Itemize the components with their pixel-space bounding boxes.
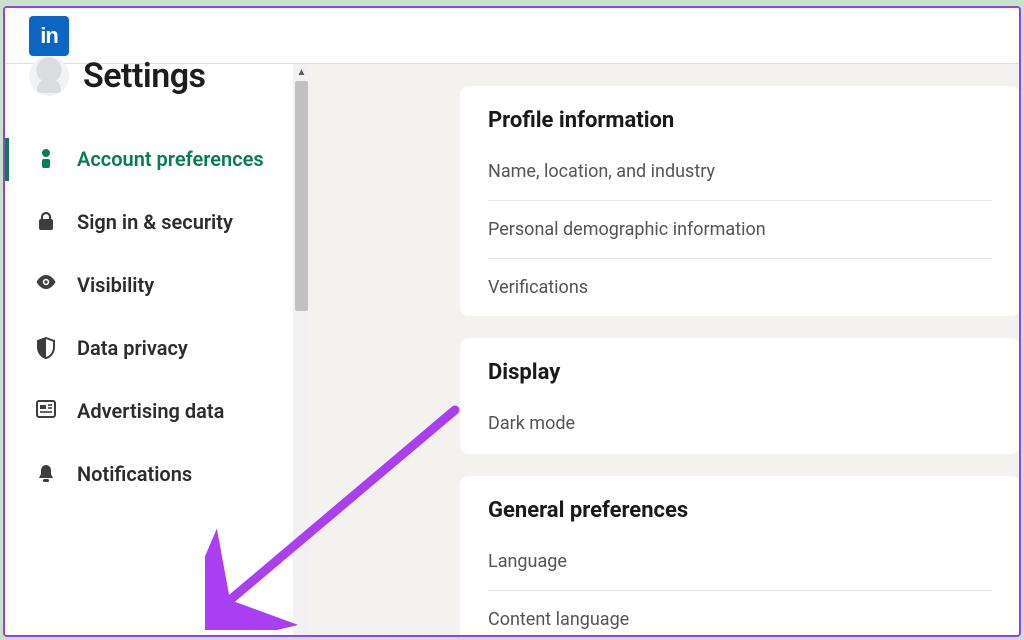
settings-sidebar: Settings Account preferences bbox=[5, 64, 310, 635]
section-title: Profile information bbox=[488, 108, 992, 133]
row-verifications[interactable]: Verifications bbox=[488, 258, 992, 316]
shield-icon bbox=[35, 337, 57, 359]
sidebar-scrollbar[interactable]: ▲ bbox=[293, 64, 310, 635]
lock-icon bbox=[35, 211, 57, 231]
sidebar-item-visibility[interactable]: Visibility bbox=[5, 254, 293, 317]
eye-icon bbox=[35, 274, 57, 290]
sidebar-item-sign-in-security[interactable]: Sign in & security bbox=[5, 191, 293, 254]
sidebar-item-label: Account preferences bbox=[77, 146, 264, 173]
sidebar-item-label: Sign in & security bbox=[77, 209, 233, 236]
page-title: Settings bbox=[83, 56, 206, 96]
settings-nav: Account preferences Sign in & security bbox=[5, 114, 293, 506]
row-content-language[interactable]: Content language bbox=[488, 590, 992, 635]
row-personal-demographic[interactable]: Personal demographic information bbox=[488, 200, 992, 258]
sidebar-item-account-preferences[interactable]: Account preferences bbox=[5, 128, 293, 191]
settings-main: Profile information Name, location, and … bbox=[310, 64, 1019, 635]
row-language[interactable]: Language bbox=[488, 529, 992, 590]
person-icon bbox=[35, 148, 57, 168]
section-title: General preferences bbox=[488, 498, 992, 523]
sidebar-item-advertising-data[interactable]: Advertising data bbox=[5, 380, 293, 443]
news-icon bbox=[35, 400, 57, 418]
section-display: Display Dark mode bbox=[460, 338, 1019, 454]
sidebar-item-label: Data privacy bbox=[77, 335, 188, 362]
section-profile-information: Profile information Name, location, and … bbox=[460, 86, 1019, 316]
section-general-preferences: General preferences Language Content lan… bbox=[460, 476, 1019, 635]
section-title: Display bbox=[488, 360, 992, 385]
sidebar-item-label: Visibility bbox=[77, 272, 154, 299]
sidebar-item-label: Advertising data bbox=[77, 398, 224, 425]
bell-icon bbox=[35, 463, 57, 485]
settings-header: Settings bbox=[5, 56, 293, 114]
sidebar-item-data-privacy[interactable]: Data privacy bbox=[5, 317, 293, 380]
avatar[interactable] bbox=[29, 56, 69, 96]
row-name-location-industry[interactable]: Name, location, and industry bbox=[488, 139, 992, 200]
row-dark-mode[interactable]: Dark mode bbox=[488, 391, 992, 452]
linkedin-logo-icon[interactable]: in bbox=[29, 16, 69, 56]
scroll-thumb[interactable] bbox=[295, 81, 308, 311]
scroll-up-icon[interactable]: ▲ bbox=[293, 64, 310, 81]
sidebar-item-notifications[interactable]: Notifications bbox=[5, 443, 293, 506]
sidebar-item-label: Notifications bbox=[77, 461, 192, 488]
